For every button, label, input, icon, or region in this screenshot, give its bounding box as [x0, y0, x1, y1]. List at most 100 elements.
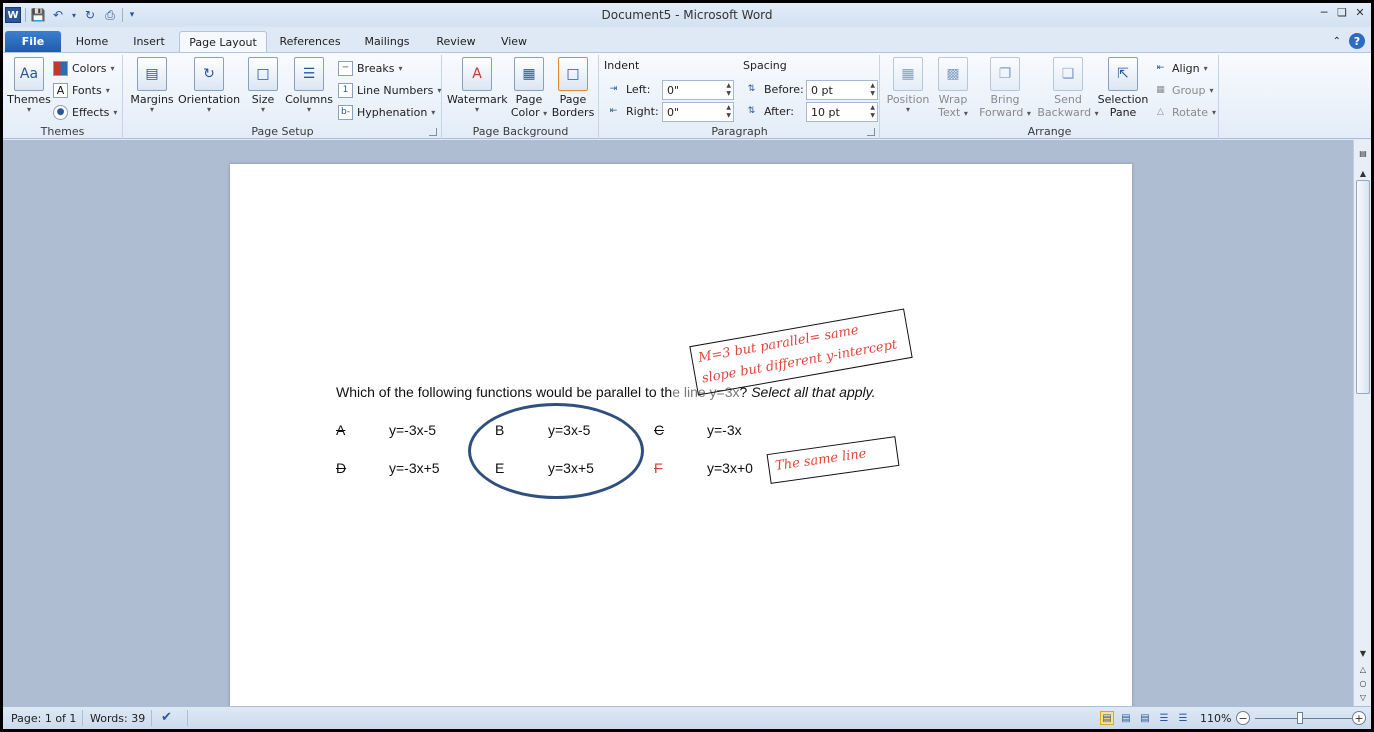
tab-home[interactable]: Home: [67, 31, 117, 53]
page-borders-label-2: Borders: [551, 106, 595, 119]
browse-object-icon[interactable]: ○: [1356, 676, 1370, 690]
tab-page-layout[interactable]: Page Layout: [179, 31, 267, 53]
effects-icon: ●: [53, 104, 68, 120]
scroll-up-icon[interactable]: ▲: [1356, 166, 1370, 180]
word-count-status[interactable]: Words: 39: [90, 712, 145, 725]
chevron-down-icon: ▾: [474, 105, 479, 114]
window-controls: ─ ❏ ✕: [1317, 5, 1367, 19]
chevron-down-icon: ▾: [1203, 63, 1208, 73]
themes-group-label: Themes: [40, 125, 85, 138]
chevron-down-icon: ▾: [206, 105, 211, 114]
paragraph-launcher-icon[interactable]: [867, 128, 875, 136]
breaks-button[interactable]: ─ Breaks ▾: [338, 59, 402, 77]
group-label: Group: [1172, 83, 1206, 97]
spin-arrows-icon[interactable]: ▲ ▼: [726, 82, 731, 98]
spin-arrows-icon[interactable]: ▲ ▼: [726, 104, 731, 120]
watermark-button[interactable]: A Watermark ▾: [447, 57, 508, 114]
send-backward-button[interactable]: ❏ Send Backward ▾: [1035, 57, 1101, 119]
document-page[interactable]: Which of the following functions would b…: [230, 164, 1132, 706]
option-f-letter: F: [654, 460, 663, 476]
fonts-button[interactable]: A Fonts ▾: [53, 81, 110, 99]
web-layout-icon[interactable]: ▤: [1138, 711, 1152, 725]
draft-view-icon[interactable]: ☰: [1176, 711, 1190, 725]
scrollbar-thumb[interactable]: [1356, 180, 1370, 394]
rotate-button[interactable]: △ Rotate ▾: [1153, 103, 1216, 121]
page-size-icon: □: [248, 57, 278, 91]
scroll-down-icon[interactable]: ▼: [1356, 646, 1370, 660]
page-color-button[interactable]: ▦ Page Color ▾: [509, 57, 549, 119]
chevron-down-icon: ▾: [105, 85, 110, 95]
indent-left-icon: ⇥: [609, 83, 618, 94]
hyphenation-button[interactable]: b- Hyphenation ▾: [338, 103, 435, 121]
spin-arrows-icon[interactable]: ▲ ▼: [870, 104, 875, 120]
margins-button[interactable]: ▤ Margins ▾: [130, 57, 174, 114]
tab-references[interactable]: References: [273, 31, 347, 53]
ruler-toggle-icon[interactable]: ▤: [1356, 146, 1370, 160]
zoom-out-icon[interactable]: −: [1236, 711, 1250, 725]
arrange-group-label: Arrange: [1027, 125, 1072, 138]
restore-icon[interactable]: ❏: [1335, 5, 1349, 19]
minimize-icon[interactable]: ─: [1317, 5, 1331, 19]
spacing-before-input[interactable]: 0 pt ▲ ▼: [806, 80, 878, 100]
minimize-ribbon-icon[interactable]: ⌃: [1333, 36, 1341, 47]
chevron-down-icon: ▾: [149, 105, 154, 114]
zoom-level[interactable]: 110%: [1200, 712, 1231, 725]
zoom-slider-track[interactable]: [1255, 718, 1353, 719]
group-button[interactable]: ▦ Group ▾: [1153, 81, 1213, 99]
tab-file[interactable]: File: [5, 31, 61, 53]
tab-view[interactable]: View: [491, 31, 537, 53]
colors-button[interactable]: Colors ▾: [53, 59, 114, 77]
orientation-button[interactable]: ↻ Orientation ▾: [178, 57, 240, 114]
option-a-equation: y=-3x-5: [389, 422, 437, 438]
zoom-slider-thumb[interactable]: [1297, 712, 1303, 724]
wrap-text-label-2-row: Text ▾: [933, 106, 973, 119]
tab-mailings[interactable]: Mailings: [355, 31, 419, 53]
position-icon: ▦: [893, 57, 923, 91]
effects-button[interactable]: ● Effects ▾: [53, 103, 117, 121]
outline-view-icon[interactable]: ☰: [1157, 711, 1171, 725]
wrap-text-label-2: Text: [938, 106, 961, 119]
chevron-down-icon: ▾: [398, 63, 403, 73]
status-separator: [187, 710, 188, 726]
print-layout-view-icon[interactable]: ▤: [1100, 711, 1114, 725]
line-numbers-button[interactable]: 1 Line Numbers ▾: [338, 81, 441, 99]
chevron-down-icon: ▾: [1026, 109, 1031, 118]
spin-arrows-icon[interactable]: ▲ ▼: [870, 82, 875, 98]
breaks-label: Breaks: [357, 61, 395, 75]
full-screen-reading-icon[interactable]: ▤: [1119, 711, 1133, 725]
annotation-slope-note[interactable]: M=3 but parallel= same slope but differe…: [689, 308, 913, 396]
wrap-text-button[interactable]: ▩ Wrap Text ▾: [933, 57, 973, 119]
vertical-scrollbar[interactable]: ▤ ▲ ▼ △ ○ ▽: [1353, 140, 1371, 706]
help-icon[interactable]: ?: [1349, 33, 1365, 49]
close-icon[interactable]: ✕: [1353, 5, 1367, 19]
page-setup-launcher-icon[interactable]: [429, 128, 437, 136]
selection-pane-label-1: Selection: [1097, 93, 1149, 106]
proofing-icon[interactable]: ✔: [161, 710, 172, 725]
align-button[interactable]: ⇤ Align ▾: [1153, 59, 1208, 77]
spacing-after-input[interactable]: 10 pt ▲ ▼: [806, 102, 878, 122]
page-count-status[interactable]: Page: 1 of 1: [11, 712, 76, 725]
bring-forward-button[interactable]: ❐ Bring Forward ▾: [975, 57, 1035, 119]
tab-insert[interactable]: Insert: [123, 31, 175, 53]
chevron-down-icon: ▾: [260, 105, 265, 114]
answer-circle-annotation[interactable]: [468, 403, 644, 499]
size-button[interactable]: □ Size ▾: [246, 57, 280, 114]
annotation-same-line-note[interactable]: The same line: [766, 436, 900, 484]
columns-button[interactable]: ☰ Columns ▾: [284, 57, 334, 114]
spacing-after-label: After:: [764, 105, 794, 118]
indent-right-input[interactable]: 0" ▲ ▼: [662, 102, 734, 122]
zoom-in-icon[interactable]: +: [1352, 711, 1366, 725]
page-borders-button[interactable]: □ Page Borders: [551, 57, 595, 119]
tab-review[interactable]: Review: [429, 31, 483, 53]
fonts-icon: A: [53, 82, 68, 98]
selection-pane-button[interactable]: ⇱ Selection Pane: [1097, 57, 1149, 119]
next-page-icon[interactable]: ▽: [1356, 690, 1370, 704]
themes-button[interactable]: Aa Themes ▾: [7, 57, 51, 114]
send-backward-label-2: Backward: [1037, 106, 1092, 119]
document-area[interactable]: Which of the following functions would b…: [3, 140, 1353, 706]
bring-forward-label-1: Bring: [990, 93, 1020, 106]
previous-page-icon[interactable]: △: [1356, 662, 1370, 676]
indent-right-icon: ⇤: [609, 105, 618, 116]
indent-left-input[interactable]: 0" ▲ ▼: [662, 80, 734, 100]
position-button[interactable]: ▦ Position ▾: [885, 57, 931, 114]
